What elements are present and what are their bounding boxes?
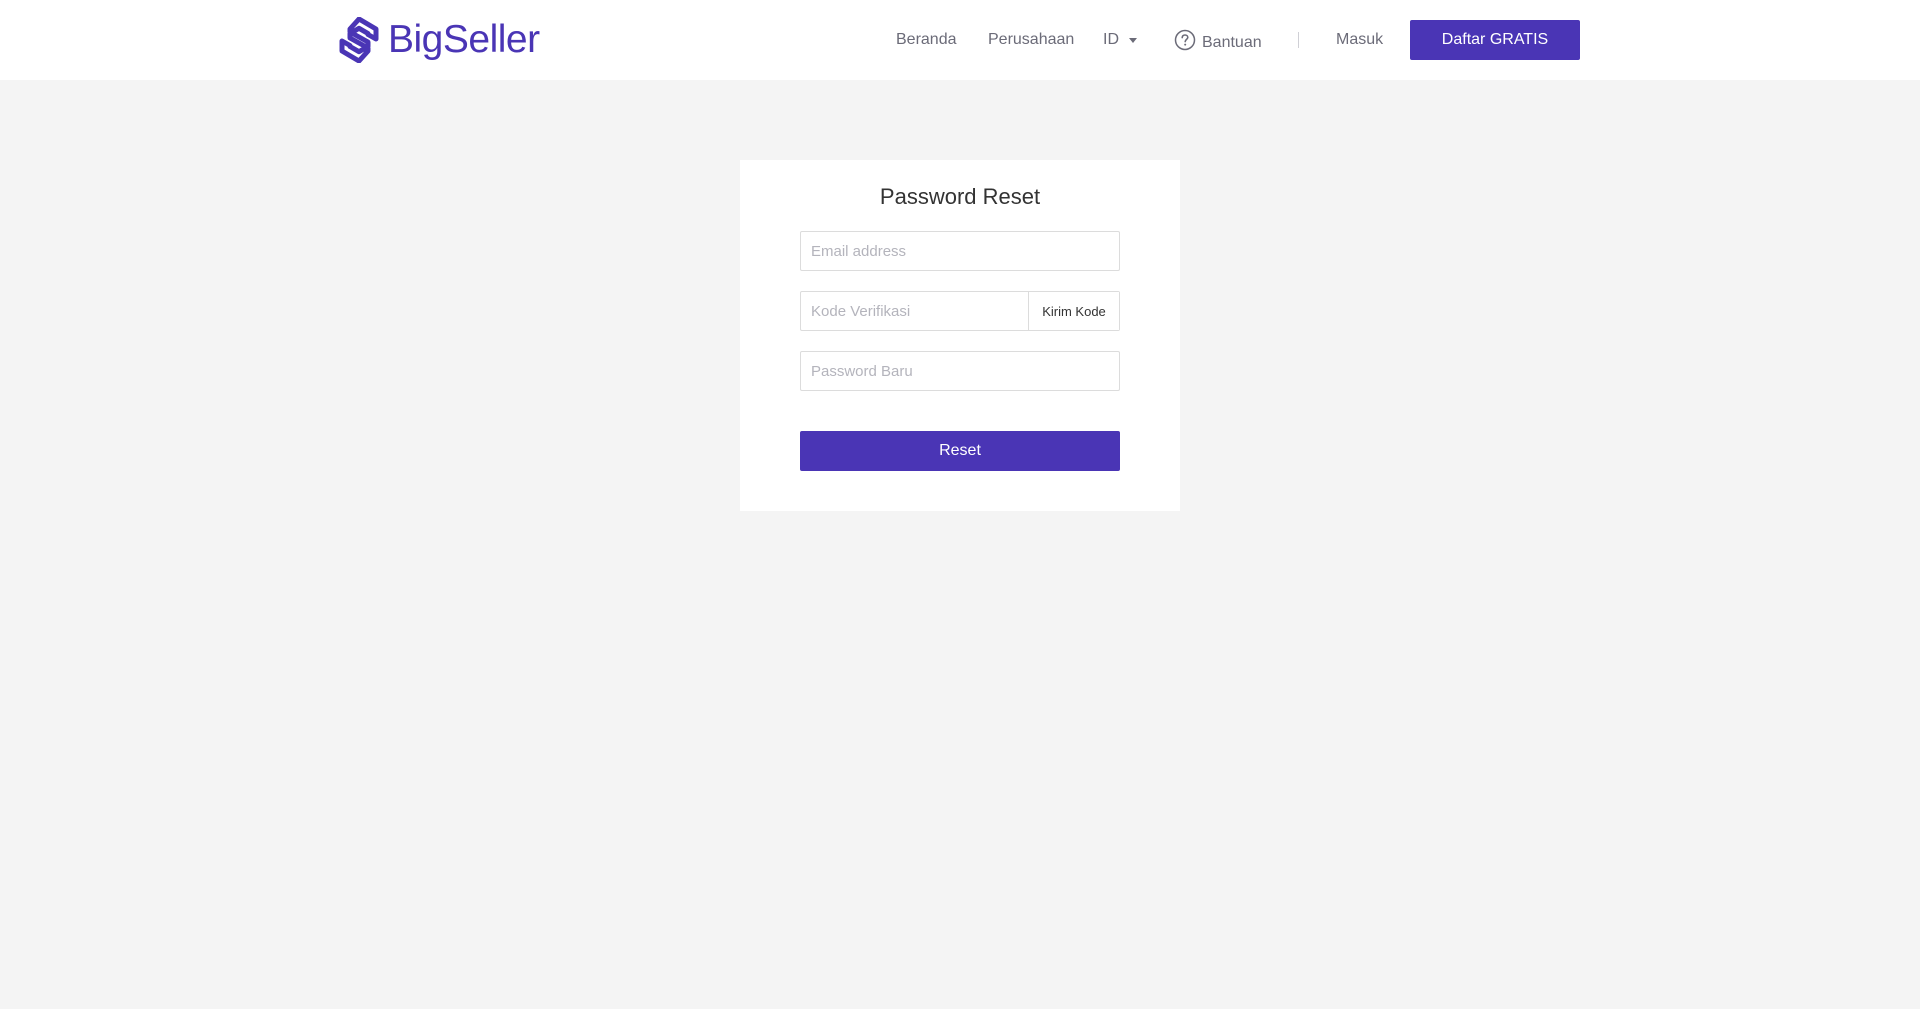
email-field (800, 231, 1120, 271)
email-input[interactable] (801, 232, 1119, 270)
nav-divider (1298, 32, 1299, 48)
signup-button[interactable]: Daftar GRATIS (1410, 20, 1580, 60)
caret-down-icon (1129, 37, 1137, 43)
verification-code-field: Kirim Kode (800, 291, 1120, 331)
help-label: Bantuan (1202, 33, 1262, 51)
brand-name: BigSeller (388, 18, 540, 61)
language-selector[interactable]: ID (1103, 31, 1137, 49)
help-link[interactable]: Bantuan (1174, 29, 1262, 56)
password-reset-card: Password Reset Kirim Kode Reset (740, 160, 1180, 511)
send-code-button[interactable]: Kirim Kode (1028, 292, 1119, 330)
brand-logo[interactable]: BigSeller (338, 17, 540, 63)
question-circle-icon (1174, 29, 1196, 56)
page-title: Password Reset (879, 184, 1041, 209)
bigseller-logo-icon (339, 17, 379, 63)
nav-company-link[interactable]: Perusahaan (988, 31, 1074, 49)
language-label: ID (1103, 31, 1119, 48)
nav-home-link[interactable]: Beranda (896, 31, 957, 49)
login-link[interactable]: Masuk (1336, 31, 1383, 49)
verification-code-input[interactable] (801, 292, 1028, 330)
new-password-field (800, 351, 1120, 391)
top-navigation-bar: BigSeller Beranda Perusahaan ID Bantuan … (0, 0, 1920, 80)
new-password-input[interactable] (801, 352, 1119, 390)
reset-button[interactable]: Reset (800, 431, 1120, 471)
